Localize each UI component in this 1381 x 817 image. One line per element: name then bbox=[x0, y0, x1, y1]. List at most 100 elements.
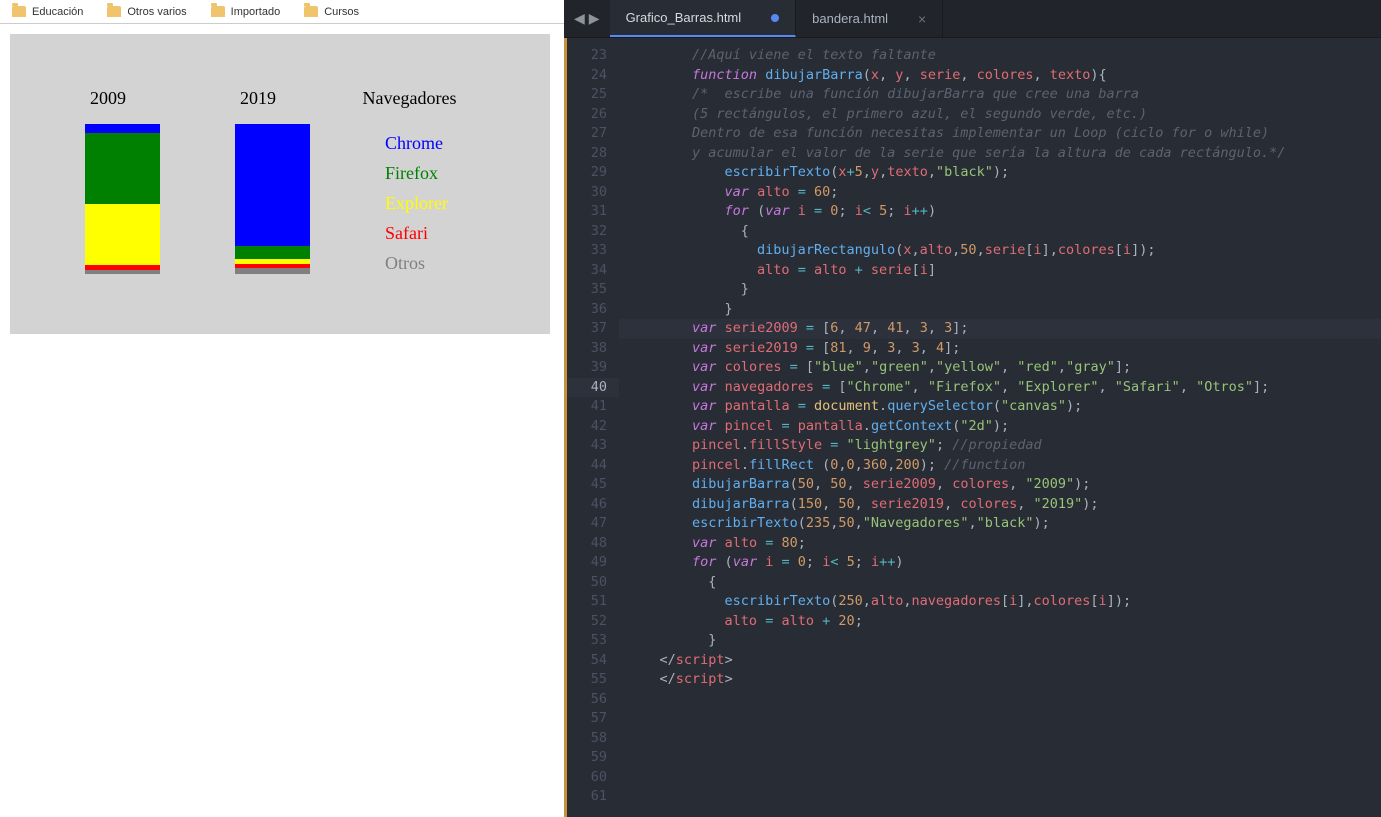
code-line[interactable]: var pincel = pantalla.getContext("2d"); bbox=[619, 417, 1381, 437]
line-number: 30 bbox=[567, 183, 619, 203]
code-line[interactable]: var alto = 60; bbox=[619, 183, 1381, 203]
line-number: 35 bbox=[567, 280, 619, 300]
line-number: 51 bbox=[567, 592, 619, 612]
line-number: 44 bbox=[567, 456, 619, 476]
code-line[interactable]: y acumular el valor de la serie que serí… bbox=[619, 144, 1381, 164]
line-number: 25 bbox=[567, 85, 619, 105]
line-number: 45 bbox=[567, 475, 619, 495]
line-number: 56 bbox=[567, 690, 619, 710]
tab-bar: ◀ ▶ Grafico_Barras.html bandera.html × bbox=[564, 0, 1381, 38]
code-line[interactable]: pincel.fillStyle = "lightgrey"; //propie… bbox=[619, 436, 1381, 456]
line-number: 49 bbox=[567, 553, 619, 573]
line-number: 47 bbox=[567, 514, 619, 534]
line-number: 29 bbox=[567, 163, 619, 183]
code-line[interactable]: var navegadores = ["Chrome", "Firefox", … bbox=[619, 378, 1381, 398]
code-line[interactable]: /* escribe una función dibujarBarra que … bbox=[619, 85, 1381, 105]
line-number: 23 bbox=[567, 46, 619, 66]
tab-next-icon[interactable]: ▶ bbox=[589, 10, 600, 27]
line-number: 43 bbox=[567, 436, 619, 456]
line-number: 59 bbox=[567, 748, 619, 768]
chart-canvas: 20092019NavegadoresChromeFirefoxExplorer… bbox=[10, 34, 550, 334]
code-line[interactable]: </script> bbox=[619, 651, 1381, 671]
line-number: 33 bbox=[567, 241, 619, 261]
line-number: 53 bbox=[567, 631, 619, 651]
line-number: 32 bbox=[567, 222, 619, 242]
code-line[interactable]: (5 rectángulos, el primero azul, el segu… bbox=[619, 105, 1381, 125]
code-line[interactable]: </script> bbox=[619, 670, 1381, 690]
line-number: 60 bbox=[567, 768, 619, 788]
code-line[interactable]: } bbox=[619, 300, 1381, 320]
code-line[interactable]: dibujarRectangulo(x,alto,50,serie[i],col… bbox=[619, 241, 1381, 261]
line-number: 31 bbox=[567, 202, 619, 222]
folder-icon bbox=[304, 6, 318, 17]
code-line[interactable]: escribirTexto(250,alto,navegadores[i],co… bbox=[619, 592, 1381, 612]
code-line[interactable]: alto = alto + 20; bbox=[619, 612, 1381, 632]
bar-segment bbox=[85, 204, 160, 266]
line-number: 34 bbox=[567, 261, 619, 281]
bar-segment bbox=[235, 124, 310, 246]
close-icon[interactable]: × bbox=[918, 11, 926, 27]
code-line[interactable]: { bbox=[619, 222, 1381, 242]
line-number: 42 bbox=[567, 417, 619, 437]
bookmark-label: Importado bbox=[231, 6, 281, 18]
code-line[interactable]: } bbox=[619, 280, 1381, 300]
line-number: 40 bbox=[567, 378, 619, 398]
line-number: 48 bbox=[567, 534, 619, 554]
code-line[interactable]: dibujarBarra(50, 50, serie2009, colores,… bbox=[619, 475, 1381, 495]
bookmark-item[interactable]: Importado bbox=[211, 6, 281, 18]
line-number: 27 bbox=[567, 124, 619, 144]
code-line[interactable]: var colores = ["blue","green","yellow", … bbox=[619, 358, 1381, 378]
legend-item: Chrome bbox=[385, 133, 443, 154]
code-content[interactable]: //Aquí viene el texto faltante function … bbox=[619, 38, 1381, 817]
legend-item: Firefox bbox=[385, 163, 438, 184]
bar-year-label: 2009 bbox=[90, 88, 126, 109]
code-editor[interactable]: 2324252627282930313233343536373839404142… bbox=[564, 38, 1381, 817]
bar-segment bbox=[235, 268, 310, 274]
line-number: 26 bbox=[567, 105, 619, 125]
code-line[interactable]: for (var i = 0; i< 5; i++) bbox=[619, 553, 1381, 573]
code-line[interactable]: for (var i = 0; i< 5; i++) bbox=[619, 202, 1381, 222]
bookmark-label: Educación bbox=[32, 6, 83, 18]
line-number: 39 bbox=[567, 358, 619, 378]
folder-icon bbox=[12, 6, 26, 17]
bookmark-item[interactable]: Educación bbox=[12, 6, 83, 18]
bar-segment bbox=[85, 133, 160, 204]
folder-icon bbox=[107, 6, 121, 17]
bar-segment bbox=[235, 246, 310, 260]
code-line[interactable]: Dentro de esa función necesitas implemen… bbox=[619, 124, 1381, 144]
tab-label: Grafico_Barras.html bbox=[626, 10, 742, 25]
line-number: 57 bbox=[567, 709, 619, 729]
code-line[interactable]: pincel.fillRect (0,0,360,200); //functio… bbox=[619, 456, 1381, 476]
line-number: 58 bbox=[567, 729, 619, 749]
tab-bandera[interactable]: bandera.html × bbox=[796, 0, 943, 37]
code-line[interactable]: function dibujarBarra(x, y, serie, color… bbox=[619, 66, 1381, 86]
legend-title: Navegadores bbox=[363, 88, 457, 109]
tab-grafico-barras[interactable]: Grafico_Barras.html bbox=[610, 0, 797, 37]
bar-segment bbox=[85, 124, 160, 133]
tab-dirty-indicator bbox=[771, 14, 779, 22]
line-number: 54 bbox=[567, 651, 619, 671]
tab-prev-icon[interactable]: ◀ bbox=[574, 10, 585, 27]
code-line[interactable]: //Aquí viene el texto faltante bbox=[619, 46, 1381, 66]
line-number: 50 bbox=[567, 573, 619, 593]
code-line[interactable]: escribirTexto(235,50,"Navegadores","blac… bbox=[619, 514, 1381, 534]
line-number: 41 bbox=[567, 397, 619, 417]
preview-area: 20092019NavegadoresChromeFirefoxExplorer… bbox=[0, 24, 564, 344]
code-line[interactable]: escribirTexto(x+5,y,texto,"black"); bbox=[619, 163, 1381, 183]
line-number: 36 bbox=[567, 300, 619, 320]
bar-segment bbox=[85, 270, 160, 275]
line-number: 24 bbox=[567, 66, 619, 86]
bookmark-item[interactable]: Cursos bbox=[304, 6, 359, 18]
code-line[interactable]: var serie2019 = [81, 9, 3, 3, 4]; bbox=[619, 339, 1381, 359]
code-line[interactable]: dibujarBarra(150, 50, serie2019, colores… bbox=[619, 495, 1381, 515]
code-line[interactable]: } bbox=[619, 631, 1381, 651]
code-line[interactable]: var alto = 80; bbox=[619, 534, 1381, 554]
bookmark-item[interactable]: Otros varios bbox=[107, 6, 186, 18]
code-line[interactable]: var pantalla = document.querySelector("c… bbox=[619, 397, 1381, 417]
bar-year-label: 2019 bbox=[240, 88, 276, 109]
code-line[interactable]: var serie2009 = [6, 47, 41, 3, 3]; bbox=[619, 319, 1381, 339]
code-line[interactable]: { bbox=[619, 573, 1381, 593]
code-line[interactable]: alto = alto + serie[i] bbox=[619, 261, 1381, 281]
bookmark-label: Cursos bbox=[324, 6, 359, 18]
line-number: 61 bbox=[567, 787, 619, 807]
